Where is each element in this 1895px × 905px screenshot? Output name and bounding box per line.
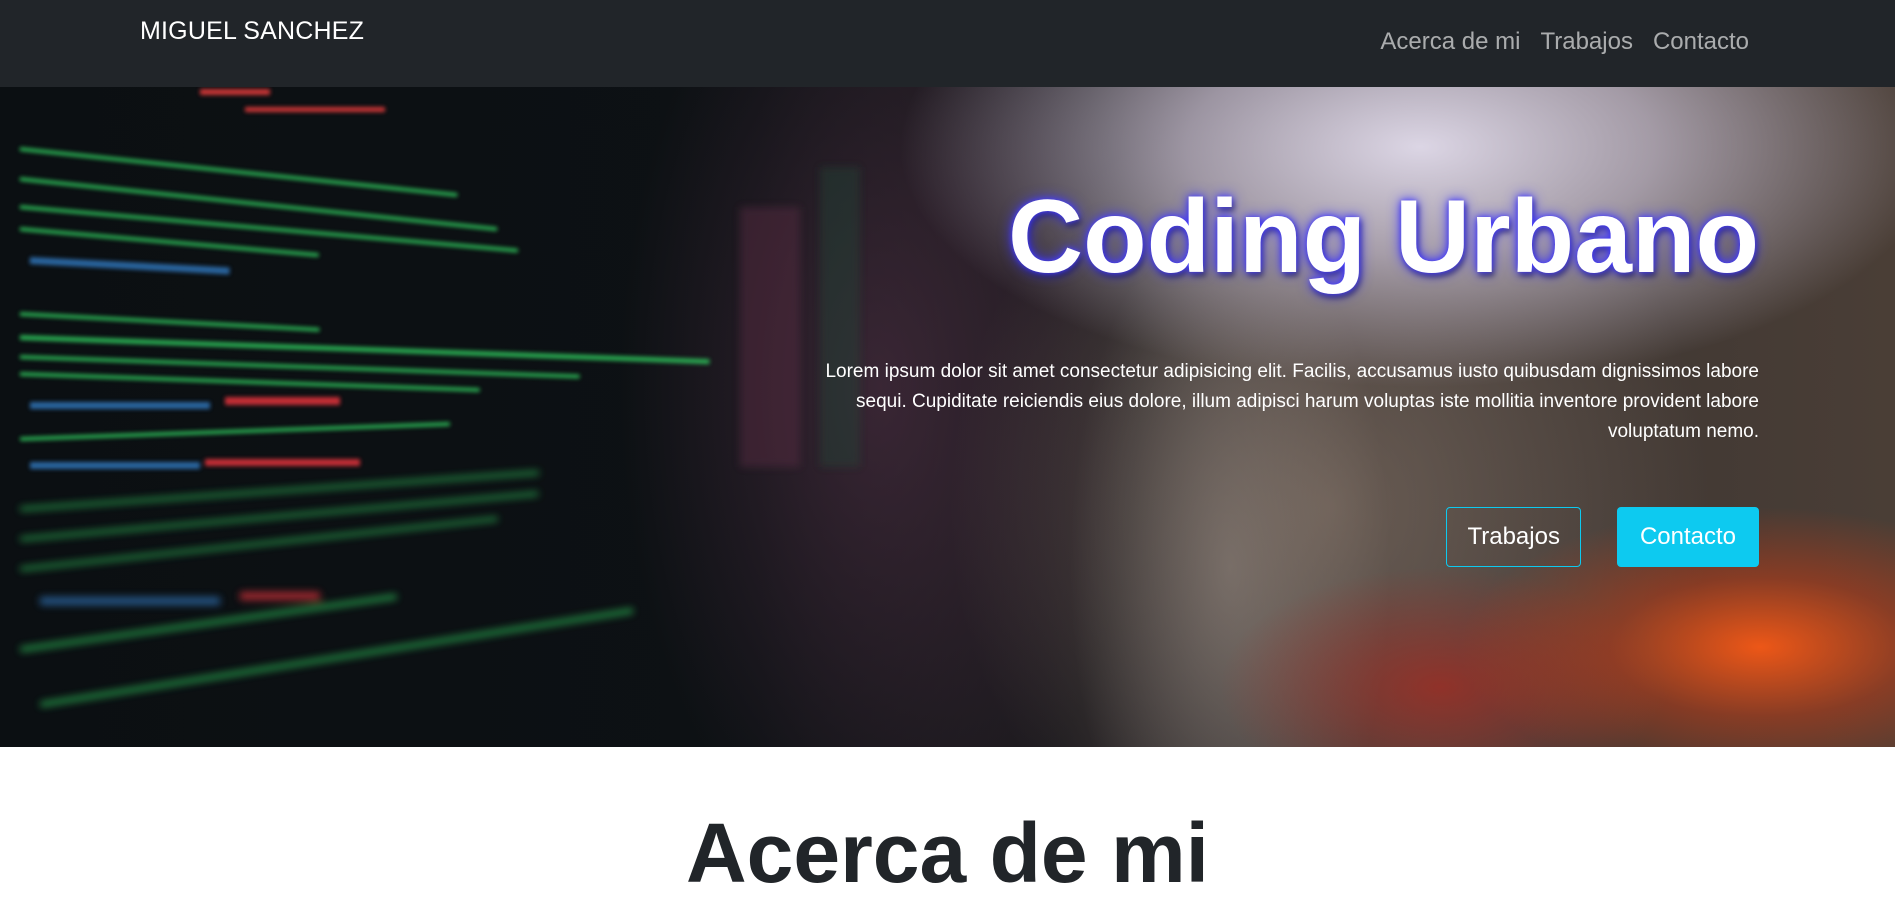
about-heading: Acerca de mi: [686, 806, 1209, 900]
hero-section: Coding Urbano Lorem ipsum dolor sit amet…: [0, 87, 1895, 747]
nav-link-contacto[interactable]: Contacto: [1653, 26, 1749, 58]
nav-link-acerca[interactable]: Acerca de mi: [1380, 26, 1520, 58]
brand-link[interactable]: MIGUEL SANCHEZ: [140, 16, 364, 46]
hero-title: Coding Urbano: [1007, 179, 1759, 295]
navbar: MIGUEL SANCHEZ Acerca de mi Trabajos Con…: [0, 0, 1895, 87]
trabajos-button[interactable]: Trabajos: [1446, 507, 1581, 567]
contacto-button[interactable]: Contacto: [1616, 507, 1759, 567]
nav-links: Acerca de mi Trabajos Contacto: [1380, 26, 1749, 58]
hero-buttons: Trabajos Contacto: [1446, 507, 1759, 567]
hero-description: Lorem ipsum dolor sit amet consectetur a…: [825, 361, 1759, 442]
nav-link-trabajos[interactable]: Trabajos: [1540, 26, 1632, 58]
